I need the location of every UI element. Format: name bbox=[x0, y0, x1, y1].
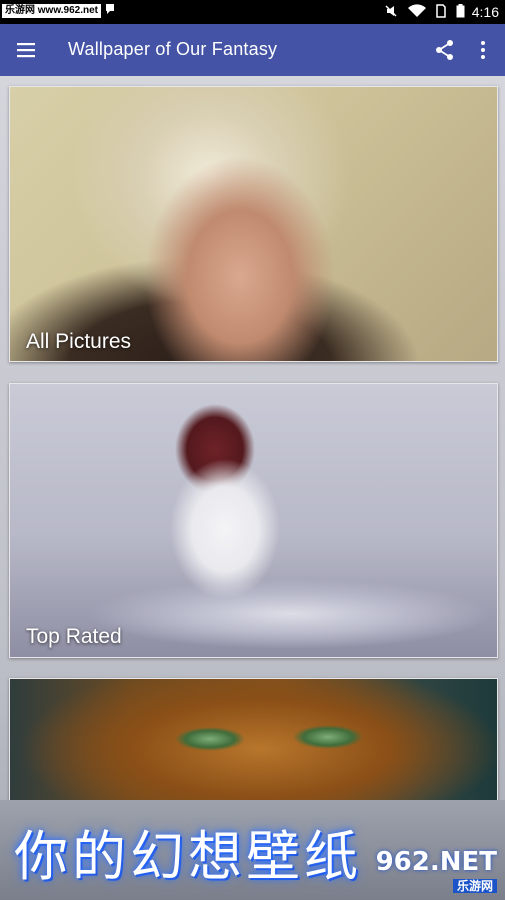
notification-icon bbox=[106, 4, 114, 14]
wifi-icon bbox=[408, 4, 426, 18]
watermark-label: 乐游网 www.962.net bbox=[2, 4, 101, 18]
mute-icon bbox=[385, 5, 397, 17]
sim-icon bbox=[436, 4, 446, 18]
watermark-big: 962.NET bbox=[375, 847, 497, 877]
share-icon[interactable] bbox=[433, 38, 457, 62]
category-card-third[interactable] bbox=[9, 678, 498, 802]
banner-text: 你的幻想壁纸 bbox=[14, 825, 362, 888]
category-card-top-rated[interactable]: Top Rated bbox=[9, 383, 498, 658]
more-vert-icon[interactable] bbox=[471, 38, 495, 62]
watermark-small: 乐游网 bbox=[452, 879, 497, 893]
card-label: Top Rated bbox=[26, 625, 122, 648]
page-title: Wallpaper of Our Fantasy bbox=[68, 39, 278, 59]
card-label: All Pictures bbox=[26, 330, 132, 353]
clock: 4:16 bbox=[471, 4, 499, 20]
category-card-all-pictures[interactable]: All Pictures bbox=[9, 86, 498, 362]
app-bar: Wallpaper of Our Fantasy bbox=[0, 24, 505, 76]
status-bar: 乐游网 www.962.net 4:16 bbox=[0, 0, 505, 24]
site-watermark: 962.NET 乐游网 bbox=[376, 849, 497, 894]
system-icons bbox=[384, 4, 465, 18]
battery-icon bbox=[456, 4, 465, 18]
hamburger-menu-icon[interactable] bbox=[14, 38, 38, 62]
